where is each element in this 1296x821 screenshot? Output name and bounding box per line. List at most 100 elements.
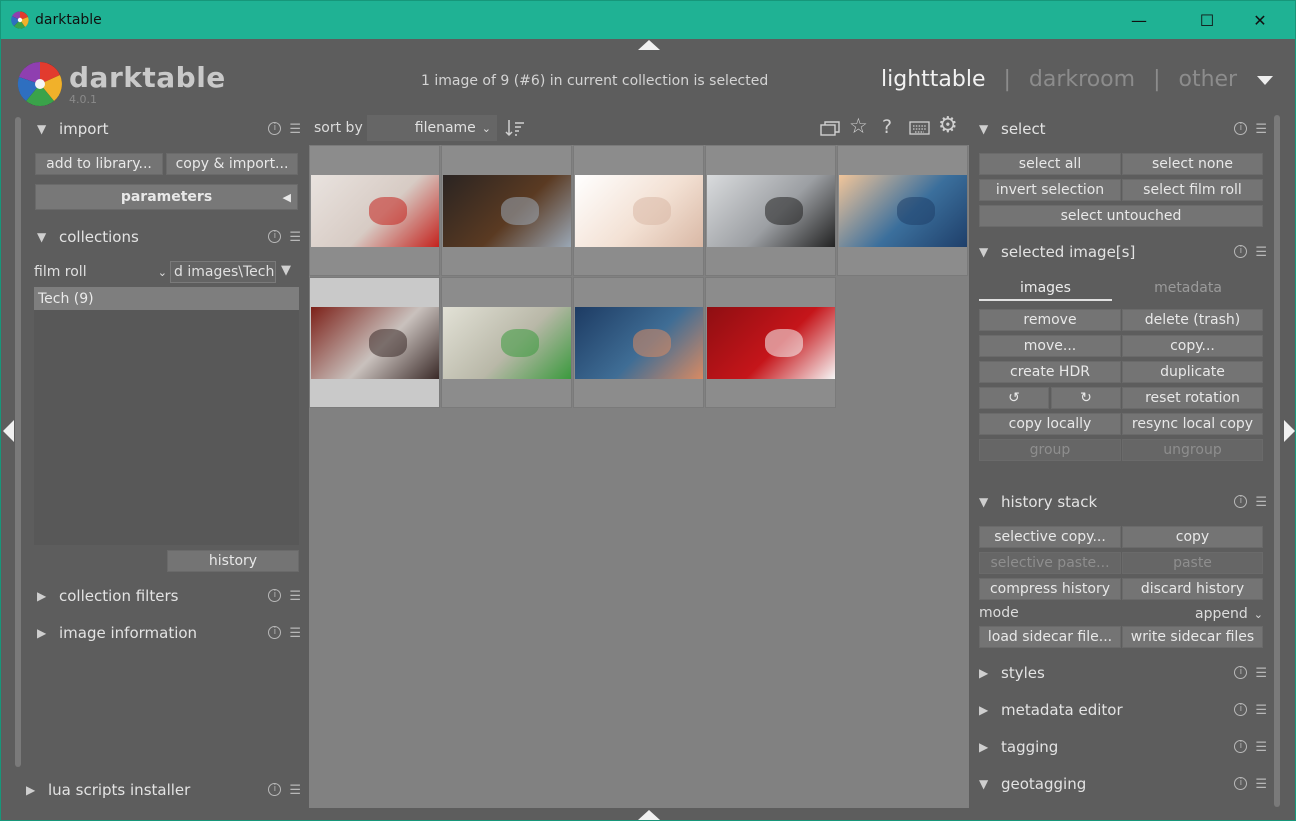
keyboard-shortcuts-icon[interactable] [909, 121, 930, 135]
presets-menu-icon[interactable]: ☰ [289, 589, 301, 604]
presets-menu-icon[interactable]: ☰ [1255, 777, 1267, 792]
info-icon[interactable]: i [1234, 245, 1248, 258]
group-button[interactable]: group [979, 439, 1121, 461]
presets-menu-icon[interactable]: ☰ [1255, 740, 1267, 755]
delete-trash-button[interactable]: delete (trash) [1122, 309, 1263, 331]
presets-menu-icon[interactable]: ☰ [1255, 245, 1267, 260]
rotate-left-button[interactable]: ↺ [979, 387, 1049, 409]
module-header-history-stack[interactable]: ▼ history stack [979, 487, 1269, 517]
thumbnail-cell[interactable] [837, 145, 968, 276]
thumbnail-cell[interactable] [573, 145, 704, 276]
add-to-library-button[interactable]: add to library... [35, 153, 163, 175]
info-icon[interactable]: i [1234, 495, 1248, 508]
module-header-image-information[interactable]: ▶ image information [37, 618, 307, 648]
minimize-button[interactable]: — [1116, 1, 1162, 39]
resync-local-copy-button[interactable]: resync local copy [1122, 413, 1263, 435]
presets-menu-icon[interactable]: ☰ [1255, 122, 1267, 137]
collection-options-icon[interactable]: ▼ [281, 263, 291, 278]
selective-paste-button[interactable]: selective paste... [979, 552, 1121, 574]
collection-value-input[interactable]: d images\Tech [170, 261, 276, 283]
selective-copy-button[interactable]: selective copy... [979, 526, 1121, 548]
module-header-selected-images[interactable]: ▼ selected image[s] [979, 237, 1269, 267]
duplicate-button[interactable]: duplicate [1122, 361, 1263, 383]
create-hdr-button[interactable]: create HDR [979, 361, 1121, 383]
write-sidecar-button[interactable]: write sidecar files [1122, 626, 1263, 648]
collapse-bottom-panel-arrow[interactable] [638, 810, 660, 820]
select-none-button[interactable]: select none [1122, 153, 1263, 175]
module-header-lua-scripts[interactable]: ▶ lua scripts installer [26, 775, 306, 805]
collection-rule-select[interactable]: film roll ⌄ [34, 261, 167, 283]
presets-menu-icon[interactable]: ☰ [289, 230, 301, 245]
maximize-button[interactable]: ☐ [1184, 1, 1230, 39]
thumbnail-cell[interactable] [441, 145, 572, 276]
info-icon[interactable]: i [268, 589, 282, 602]
thumbnail-cell[interactable] [705, 277, 836, 408]
history-button[interactable]: history [167, 550, 299, 572]
info-icon[interactable]: i [1234, 703, 1248, 716]
rotate-right-button[interactable]: ↻ [1051, 387, 1121, 409]
thumbnail-cell[interactable] [441, 277, 572, 408]
mode-select[interactable]: append ⌄ [1169, 603, 1263, 625]
collapse-right-panel-arrow[interactable] [1284, 420, 1295, 442]
module-header-collections[interactable]: ▼ collections [37, 222, 307, 252]
discard-history-button[interactable]: discard history [1122, 578, 1263, 600]
info-icon[interactable]: i [268, 122, 282, 135]
tab-metadata[interactable]: metadata [1117, 277, 1259, 301]
overlays-icon[interactable] [819, 119, 841, 137]
sort-order-icon[interactable] [505, 118, 525, 138]
help-icon[interactable]: ? [882, 116, 892, 138]
views-dropdown-icon[interactable] [1257, 76, 1273, 85]
remove-button[interactable]: remove [979, 309, 1121, 331]
thumbnail-cell[interactable] [309, 145, 440, 276]
invert-selection-button[interactable]: invert selection [979, 179, 1121, 201]
module-header-geotagging[interactable]: ▼ geotagging [979, 769, 1269, 799]
copy-button[interactable]: copy... [1122, 335, 1263, 357]
collapse-top-panel-arrow[interactable] [638, 40, 660, 50]
info-icon[interactable]: i [1234, 666, 1248, 679]
collapse-left-panel-arrow[interactable] [3, 420, 14, 442]
compress-history-button[interactable]: compress history [979, 578, 1121, 600]
module-header-import[interactable]: ▼ import [37, 114, 307, 144]
paste-button[interactable]: paste [1122, 552, 1263, 574]
select-untouched-button[interactable]: select untouched [979, 205, 1263, 227]
info-icon[interactable]: i [268, 230, 282, 243]
star-icon[interactable]: ☆ [849, 114, 868, 138]
history-copy-button[interactable]: copy [1122, 526, 1263, 548]
presets-menu-icon[interactable]: ☰ [1255, 666, 1267, 681]
parameters-button[interactable]: parameters ◀ [35, 184, 298, 210]
presets-menu-icon[interactable]: ☰ [289, 626, 301, 641]
thumbnail-cell[interactable] [705, 145, 836, 276]
presets-menu-icon[interactable]: ☰ [289, 122, 301, 137]
info-icon[interactable]: i [1234, 740, 1248, 753]
module-header-tagging[interactable]: ▶ tagging [979, 732, 1269, 762]
reset-rotation-button[interactable]: reset rotation [1122, 387, 1263, 409]
list-item[interactable]: Tech (9) [34, 287, 299, 310]
info-icon[interactable]: i [268, 626, 282, 639]
presets-menu-icon[interactable]: ☰ [1255, 495, 1267, 510]
move-button[interactable]: move... [979, 335, 1121, 357]
presets-menu-icon[interactable]: ☰ [289, 783, 301, 798]
copy-locally-button[interactable]: copy locally [979, 413, 1121, 435]
select-film-roll-button[interactable]: select film roll [1122, 179, 1263, 201]
view-darkroom[interactable]: darkroom [1029, 67, 1135, 92]
info-icon[interactable]: i [1234, 777, 1248, 790]
module-header-styles[interactable]: ▶ styles [979, 658, 1269, 688]
gear-icon[interactable]: ⚙ [938, 113, 958, 138]
module-header-metadata-editor[interactable]: ▶ metadata editor [979, 695, 1269, 725]
sort-by-select[interactable]: filename ⌄ [367, 115, 497, 141]
presets-menu-icon[interactable]: ☰ [1255, 703, 1267, 718]
module-header-collection-filters[interactable]: ▶ collection filters [37, 581, 307, 611]
left-scrollbar[interactable] [15, 117, 21, 767]
view-other[interactable]: other [1178, 67, 1237, 92]
ungroup-button[interactable]: ungroup [1122, 439, 1263, 461]
close-button[interactable]: ✕ [1237, 1, 1283, 39]
right-scrollbar[interactable] [1274, 115, 1280, 807]
select-all-button[interactable]: select all [979, 153, 1121, 175]
tab-images[interactable]: images [979, 277, 1112, 301]
info-icon[interactable]: i [268, 783, 282, 796]
view-lighttable[interactable]: lighttable [881, 67, 985, 92]
module-header-select[interactable]: ▼ select [979, 114, 1269, 144]
info-icon[interactable]: i [1234, 122, 1248, 135]
copy-import-button[interactable]: copy & import... [166, 153, 298, 175]
load-sidecar-button[interactable]: load sidecar file... [979, 626, 1121, 648]
